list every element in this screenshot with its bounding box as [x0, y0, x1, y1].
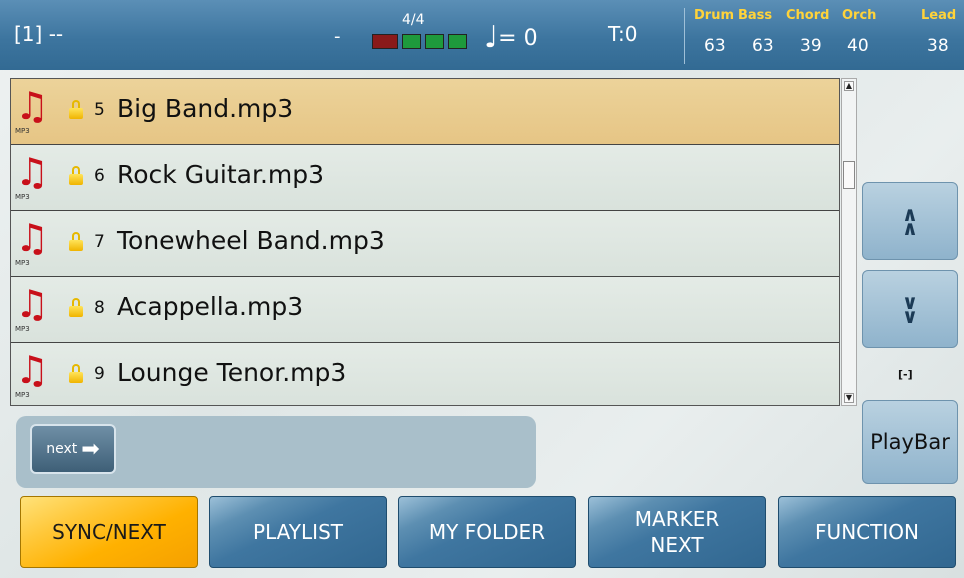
beat-indicator-3	[425, 34, 444, 49]
mp3-music-icon: ♫ MP3	[15, 282, 50, 333]
volume-label-orch: Orch	[842, 8, 877, 23]
slot-name: [1] --	[14, 22, 64, 46]
next-panel: next ➡	[16, 416, 536, 488]
scrollbar-thumb[interactable]	[843, 161, 855, 189]
scroll-up-arrow-icon[interactable]: ▲	[844, 81, 854, 91]
lock-icon	[69, 100, 83, 119]
transpose-display[interactable]: T:0	[608, 22, 637, 46]
divider	[684, 8, 685, 64]
beat-meter: 4/4	[368, 10, 467, 56]
lock-icon	[69, 232, 83, 251]
volume-value-drum[interactable]: 63	[704, 36, 726, 56]
tab-playlist[interactable]: PLAYLIST	[209, 496, 387, 568]
tab-marker-next[interactable]: MARKER NEXT	[588, 496, 766, 568]
next-button[interactable]: next ➡	[30, 424, 116, 474]
file-number: 8	[94, 298, 105, 318]
list-item[interactable]: ♫ MP3 8 Acappella.mp3	[11, 277, 839, 343]
file-name: Lounge Tenor.mp3	[117, 358, 347, 387]
file-number: 9	[94, 364, 105, 384]
scroll-down-arrow-icon[interactable]: ▼	[844, 393, 854, 403]
file-number: 5	[94, 100, 105, 120]
volume-value-lead[interactable]: 38	[927, 36, 949, 56]
volume-value-orch[interactable]: 40	[847, 36, 869, 56]
list-item[interactable]: ♫ MP3 6 Rock Guitar.mp3	[11, 145, 839, 211]
file-number: 6	[94, 166, 105, 186]
chevron-up-icon: ∧	[901, 216, 919, 240]
tempo-value: = 0	[498, 26, 538, 51]
file-name: Tonewheel Band.mp3	[117, 226, 385, 255]
mp3-music-icon: ♫ MP3	[15, 84, 50, 135]
quarter-note-icon: ♩	[484, 20, 499, 55]
list-scrollbar[interactable]: ▲ ▼	[841, 78, 857, 406]
tab-my-folder[interactable]: MY FOLDER	[398, 496, 576, 568]
chevron-down-icon: ∨	[901, 304, 919, 328]
list-item[interactable]: ♫ MP3 7 Tonewheel Band.mp3	[11, 211, 839, 277]
side-controls: ∧ ∧ ∨ ∨ [-] PlayBar	[858, 78, 964, 484]
list-item[interactable]: ♫ MP3 5 Big Band.mp3	[11, 79, 839, 145]
time-signature: 4/4	[402, 12, 425, 28]
tab-function[interactable]: FUNCTION	[778, 496, 956, 568]
lock-icon	[69, 166, 83, 185]
mp3-music-icon: ♫ MP3	[15, 150, 50, 201]
volume-label-chord: Chord	[786, 8, 830, 23]
beat-indicator-4	[448, 34, 467, 49]
status-bar: [1] -- - 4/4 ♩= 0 T:0 Drum Bass Chord Or…	[0, 0, 964, 70]
file-list: ♫ MP3 5 Big Band.mp3 ♫ MP3 6 Rock Guitar.m…	[10, 78, 840, 406]
arrow-right-icon: ➡	[81, 436, 100, 462]
beat-indicator-1	[372, 34, 398, 49]
volume-label-bass: Bass	[738, 8, 773, 23]
volume-label-lead: Lead	[921, 8, 957, 23]
lock-icon	[69, 364, 83, 383]
file-name: Big Band.mp3	[117, 94, 294, 123]
next-label: next	[46, 441, 78, 457]
volume-label-drum: Drum	[694, 8, 735, 23]
list-item[interactable]: ♫ MP3 9 Lounge Tenor.mp3	[11, 343, 839, 405]
volume-value-chord[interactable]: 39	[800, 36, 822, 56]
page-indicator: [-]	[898, 368, 913, 381]
volume-value-bass[interactable]: 63	[752, 36, 774, 56]
mp3-music-icon: ♫ MP3	[15, 348, 50, 399]
file-name: Rock Guitar.mp3	[117, 160, 325, 189]
mp3-music-icon: ♫ MP3	[15, 216, 50, 267]
slot-dash: -	[334, 26, 341, 47]
lock-icon	[69, 298, 83, 317]
tempo-display[interactable]: ♩= 0	[484, 18, 538, 55]
playbar-button[interactable]: PlayBar	[862, 400, 958, 484]
file-name: Acappella.mp3	[117, 292, 304, 321]
beat-indicator-2	[402, 34, 421, 49]
page-down-button[interactable]: ∨ ∨	[862, 270, 958, 348]
tab-sync-next[interactable]: SYNC/NEXT	[20, 496, 198, 568]
page-up-button[interactable]: ∧ ∧	[862, 182, 958, 260]
file-number: 7	[94, 232, 105, 252]
